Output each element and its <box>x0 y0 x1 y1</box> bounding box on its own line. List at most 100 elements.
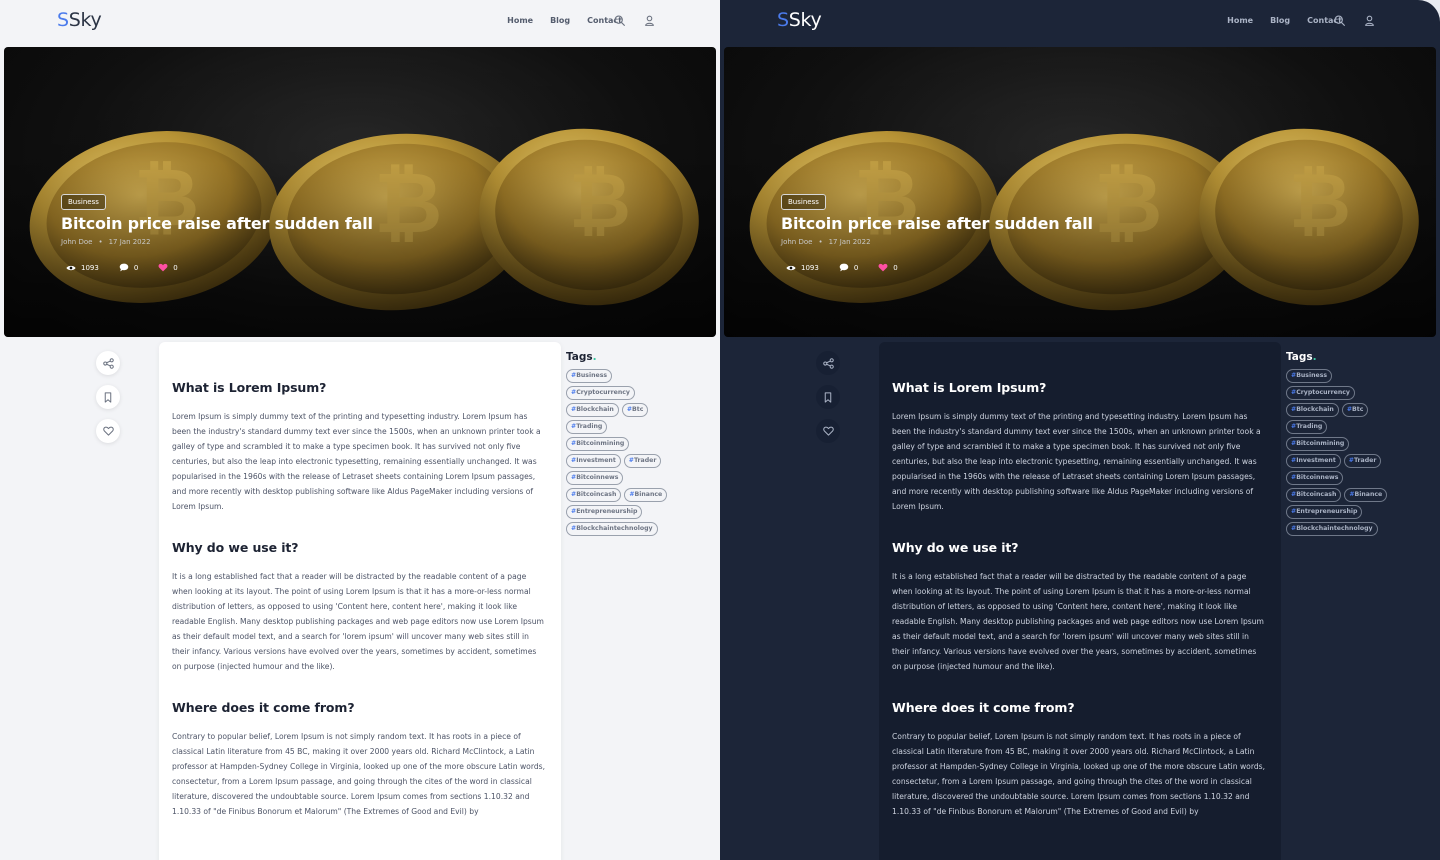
user-icon[interactable] <box>1363 14 1376 27</box>
tag-chip[interactable]: #Trading <box>566 420 608 434</box>
tag-chip[interactable]: #Btc <box>1341 403 1369 417</box>
nav-home-link[interactable]: Home <box>1227 16 1253 25</box>
share-icon <box>102 357 114 369</box>
tag-chip[interactable]: #Blockchain <box>1286 403 1339 417</box>
views-stat: 1093 <box>66 263 99 272</box>
tag-chip[interactable]: #Bitcoinnews <box>566 471 624 485</box>
hero-overlay <box>4 47 716 337</box>
category-badge[interactable]: Business <box>781 194 826 210</box>
tags-title-text: Tags <box>566 351 593 363</box>
tag-label: Binance <box>634 491 663 498</box>
tag-chip[interactable]: #Entrepreneurship <box>566 505 643 519</box>
tag-label: Bitcoincash <box>1296 491 1337 498</box>
share-button[interactable] <box>816 351 840 375</box>
post-author[interactable]: John Doe <box>781 238 812 246</box>
tag-label: Btc <box>632 406 644 413</box>
tag-chip[interactable]: #Bitcoincash <box>1286 488 1342 502</box>
tag-label: Cryptocurrency <box>576 389 630 396</box>
comment-icon <box>119 263 129 272</box>
post-stats: 1093 0 0 <box>66 263 178 272</box>
logo-initial: S <box>57 9 69 31</box>
post-author[interactable]: John Doe <box>61 238 92 246</box>
navbar: SSky Home Blog Contact <box>720 0 1440 44</box>
section-heading: What is Lorem Ipsum? <box>172 380 327 395</box>
tag-list: #Business #Cryptocurrency #Blockchain #Btc #… <box>1286 369 1390 536</box>
section-heading: What is Lorem Ipsum? <box>892 380 1047 395</box>
logo-text: Sky <box>68 9 102 31</box>
tags-title-text: Tags <box>1286 351 1313 363</box>
nav-home-link[interactable]: Home <box>507 16 533 25</box>
nav-blog-link[interactable]: Blog <box>550 16 570 25</box>
meta-separator: • <box>98 238 103 246</box>
comments-stat[interactable]: 0 <box>839 263 858 272</box>
tags-sidebar: Tags. #Business #Cryptocurrency #Blockchai… <box>566 351 670 536</box>
heart-outline-icon <box>102 426 114 436</box>
comments-count: 0 <box>853 263 859 272</box>
heart-icon <box>878 263 888 272</box>
favorite-button[interactable] <box>816 419 840 443</box>
light-theme-panel: SSky Home Blog Contact Business Bitcoin … <box>0 0 720 860</box>
logo[interactable]: SSky <box>777 9 822 31</box>
tag-label: Bitcoincash <box>576 491 617 498</box>
post-title[interactable]: Bitcoin price raise after sudden fall <box>781 214 1093 233</box>
tag-chip[interactable]: #Business <box>566 369 613 383</box>
tag-chip[interactable]: #Trader <box>623 454 662 468</box>
comments-stat[interactable]: 0 <box>119 263 138 272</box>
tag-label: Trading <box>1296 423 1323 430</box>
tag-label: Blockchaintechnology <box>1296 525 1373 532</box>
search-icon[interactable] <box>1333 14 1346 27</box>
tag-list: #Business #Cryptocurrency #Blockchain #Btc #… <box>566 369 670 536</box>
tag-label: Business <box>1296 372 1328 379</box>
dark-theme-panel: SSky Home Blog Contact Business Bitcoin … <box>720 0 1440 860</box>
category-badge[interactable]: Business <box>61 194 106 210</box>
tag-chip[interactable]: #Binance <box>1344 488 1388 502</box>
tag-chip[interactable]: #Blockchaintechnology <box>1286 522 1378 536</box>
tag-label: Binance <box>1354 491 1383 498</box>
likes-stat[interactable]: 0 <box>878 263 898 272</box>
tag-chip[interactable]: #Binance <box>624 488 668 502</box>
tag-chip[interactable]: #Btc <box>621 403 649 417</box>
tag-label: Blockchaintechnology <box>576 525 653 532</box>
section-heading: Why do we use it? <box>172 540 299 555</box>
tag-label: Entrepreneurship <box>576 508 638 515</box>
logo[interactable]: SSky <box>57 9 102 31</box>
tag-label: Investment <box>576 457 616 464</box>
likes-count: 0 <box>173 263 178 272</box>
tag-chip[interactable]: #Bitcoinmining <box>566 437 630 451</box>
bookmark-button[interactable] <box>816 385 840 409</box>
favorite-button[interactable] <box>96 419 120 443</box>
tag-chip[interactable]: #Business <box>1286 369 1333 383</box>
section-paragraph: Lorem Ipsum is simply dummy text of the … <box>172 412 541 511</box>
tag-chip[interactable]: #Trading <box>1286 420 1328 434</box>
post-stats: 1093 0 0 <box>786 263 898 272</box>
nav-blog-link[interactable]: Blog <box>1270 16 1290 25</box>
tag-chip[interactable]: #Investment <box>566 454 621 468</box>
post-title[interactable]: Bitcoin price raise after sudden fall <box>61 214 373 233</box>
eye-icon <box>66 265 76 270</box>
views-count: 1093 <box>801 263 819 272</box>
tag-chip[interactable]: #Investment <box>1286 454 1341 468</box>
hero-banner[interactable]: ₿ ₿ ₿ Business Bitcoin price raise after… <box>4 47 716 337</box>
tag-chip[interactable]: #Bitcoinnews <box>1286 471 1344 485</box>
tag-chip[interactable]: #Entrepreneurship <box>1286 505 1363 519</box>
tag-chip[interactable]: #Trader <box>1343 454 1382 468</box>
hero-overlay <box>724 47 1436 337</box>
navbar: SSky Home Blog Contact <box>0 0 720 44</box>
tag-chip[interactable]: #Cryptocurrency <box>1286 386 1355 400</box>
tag-chip[interactable]: #Bitcoinmining <box>1286 437 1350 451</box>
bookmark-icon <box>824 391 832 403</box>
tag-chip[interactable]: #Cryptocurrency <box>566 386 635 400</box>
search-icon[interactable] <box>613 14 626 27</box>
likes-stat[interactable]: 0 <box>158 263 178 272</box>
tag-label: Bitcoinmining <box>576 440 625 447</box>
tag-chip[interactable]: #Bitcoincash <box>566 488 622 502</box>
bookmark-button[interactable] <box>96 385 120 409</box>
hero-banner[interactable]: ₿ ₿ ₿ Business Bitcoin price raise after… <box>724 47 1436 337</box>
tag-chip[interactable]: #Blockchain <box>566 403 619 417</box>
nav-links: Home Blog Contact <box>1227 16 1342 25</box>
share-button[interactable] <box>96 351 120 375</box>
tag-chip[interactable]: #Blockchaintechnology <box>566 522 658 536</box>
section-paragraph: Lorem Ipsum is simply dummy text of the … <box>892 412 1261 511</box>
tag-label: Trader <box>1353 457 1377 464</box>
user-icon[interactable] <box>643 14 656 27</box>
